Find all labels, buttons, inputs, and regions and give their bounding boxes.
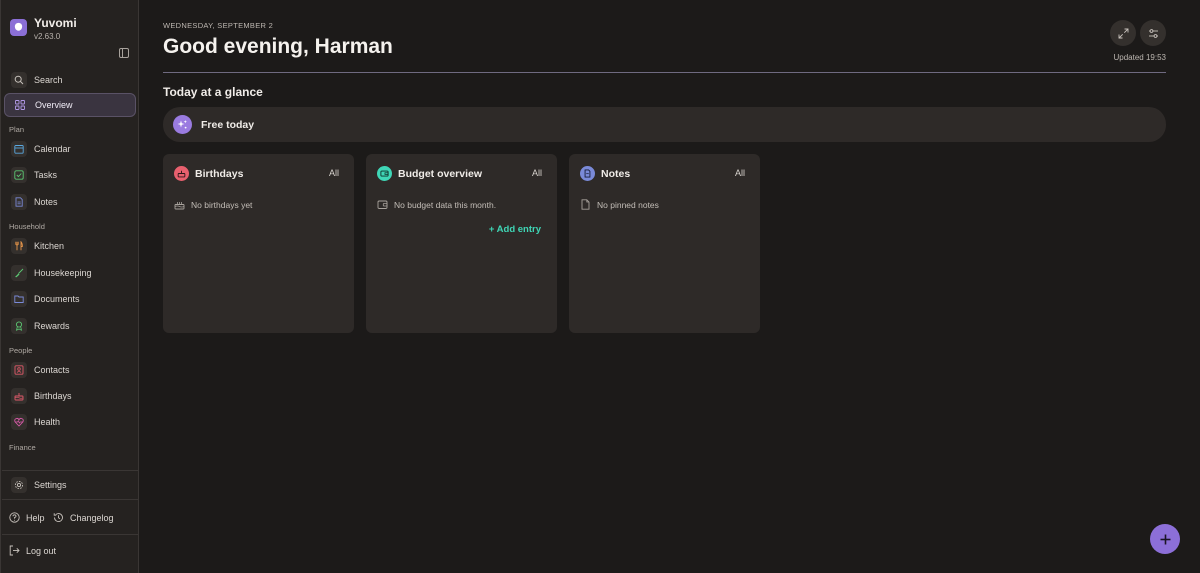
file-icon: [581, 199, 590, 210]
sparkles-icon: [173, 115, 192, 134]
date-line: WEDNESDAY, SEPTEMBER 2: [163, 21, 274, 30]
sidebar-item-contacts[interactable]: Contacts: [4, 358, 136, 382]
check-square-icon: [11, 167, 27, 183]
empty-state-text: No budget data this month.: [394, 199, 497, 210]
cake-icon: [174, 202, 185, 210]
page-title: Good evening, Harman: [163, 35, 393, 58]
view-all-link[interactable]: All: [532, 168, 542, 178]
folder-icon: [11, 291, 27, 307]
sidebar-item-housekeeping[interactable]: Housekeeping: [4, 261, 136, 285]
sidebar-item-health[interactable]: Health: [4, 410, 136, 434]
sidebar-item-documents[interactable]: Documents: [4, 287, 136, 311]
empty-state-text: No birthdays yet: [191, 199, 253, 210]
sliders-icon: [1148, 28, 1158, 38]
card-title: Budget overview: [398, 167, 483, 180]
logout-label: Log out: [26, 545, 57, 556]
app-logo-icon: [10, 19, 27, 36]
section-label-plan: Plan: [9, 125, 25, 134]
header-divider: [163, 72, 1166, 73]
sidebar-item-search[interactable]: Search: [4, 68, 136, 92]
logout-icon: [9, 545, 20, 556]
sidebar-item-label: Kitchen: [34, 241, 65, 251]
sidebar-item-label: Rewards: [34, 321, 70, 331]
card-title: Birthdays: [195, 167, 244, 180]
sidebar-item-rewards[interactable]: Rewards: [4, 314, 136, 338]
help-label: Help: [26, 512, 45, 523]
view-all-link[interactable]: All: [735, 168, 745, 178]
broom-icon: [11, 265, 27, 281]
card-title: Notes: [601, 167, 631, 180]
changelog-label: Changelog: [70, 512, 114, 523]
sidebar-item-label: Notes: [34, 197, 58, 207]
sidebar-item-label: Calendar: [34, 144, 71, 154]
section-label-people: People: [9, 346, 33, 355]
sidebar-item-birthdays[interactable]: Birthdays: [4, 384, 136, 408]
plus-icon: [1160, 534, 1170, 544]
logout-link[interactable]: Log out: [9, 545, 56, 556]
medal-icon: [11, 318, 27, 334]
cake-icon: [174, 166, 189, 181]
sidebar-item-calendar[interactable]: Calendar: [4, 137, 136, 161]
sidebar-item-label: Search: [34, 75, 63, 85]
document-icon: [580, 166, 595, 181]
sidebar-item-tasks[interactable]: Tasks: [4, 163, 136, 187]
history-icon: [53, 513, 63, 522]
sidebar-item-settings[interactable]: Settings: [4, 473, 136, 497]
notes-card: Notes All No pinned notes: [569, 154, 760, 333]
help-link[interactable]: Help: [9, 512, 45, 523]
sidebar: Yuvomi v2.63.0 Search Overview Plan Cale…: [0, 0, 139, 573]
heart-pulse-icon: [11, 414, 27, 430]
birthdays-card: Birthdays All No birthdays yet: [163, 154, 354, 333]
gear-icon: [11, 477, 27, 493]
sidebar-item-label: Birthdays: [34, 391, 72, 401]
document-icon: [11, 194, 27, 210]
sidebar-item-label: Tasks: [34, 170, 58, 180]
sidebar-item-kitchen[interactable]: Kitchen: [4, 234, 136, 258]
sidebar-item-label: Documents: [34, 294, 80, 304]
budget-overview-card: Budget overview All No budget data this …: [366, 154, 557, 333]
grid-icon: [12, 97, 28, 113]
expand-icon: [1118, 28, 1128, 38]
sidebar-item-overview[interactable]: Overview: [4, 93, 136, 117]
help-icon: [9, 512, 20, 523]
add-entry-button[interactable]: + Add entry: [489, 224, 541, 235]
search-icon: [11, 72, 27, 88]
changelog-link[interactable]: Changelog: [53, 512, 114, 523]
calendar-icon: [11, 141, 27, 157]
sidebar-item-label: Overview: [35, 100, 73, 110]
sidebar-divider: [2, 534, 139, 535]
sidebar-divider: [2, 470, 139, 471]
section-label-finance: Finance: [9, 443, 36, 452]
sidebar-item-notes[interactable]: Notes: [4, 190, 136, 214]
brand[interactable]: Yuvomi v2.63.0: [10, 16, 77, 43]
app-version: v2.63.0: [34, 32, 61, 41]
sidebar-divider: [2, 499, 139, 500]
section-title: Today at a glance: [163, 85, 263, 99]
view-all-link[interactable]: All: [329, 168, 339, 178]
section-label-household: Household: [9, 222, 45, 231]
expand-button[interactable]: [1110, 20, 1136, 46]
wallet-icon: [377, 166, 392, 181]
sidebar-item-label: Housekeeping: [34, 268, 92, 278]
free-today-label: Free today: [201, 118, 255, 131]
sidebar-collapse-icon[interactable]: [119, 48, 129, 58]
contact-card-icon: [11, 362, 27, 378]
customize-button[interactable]: [1140, 20, 1166, 46]
updated-timestamp: Updated 19:53: [1113, 53, 1167, 62]
app-name: Yuvomi: [34, 16, 77, 30]
cake-icon: [11, 388, 27, 404]
sidebar-item-label: Settings: [34, 480, 67, 490]
empty-state-text: No pinned notes: [597, 199, 659, 210]
free-today-banner[interactable]: Free today: [163, 107, 1166, 142]
sidebar-item-label: Contacts: [34, 365, 70, 375]
add-button[interactable]: [1150, 524, 1180, 554]
wallet-icon: [377, 200, 388, 209]
sidebar-item-label: Health: [34, 417, 61, 427]
utensils-icon: [11, 238, 27, 254]
